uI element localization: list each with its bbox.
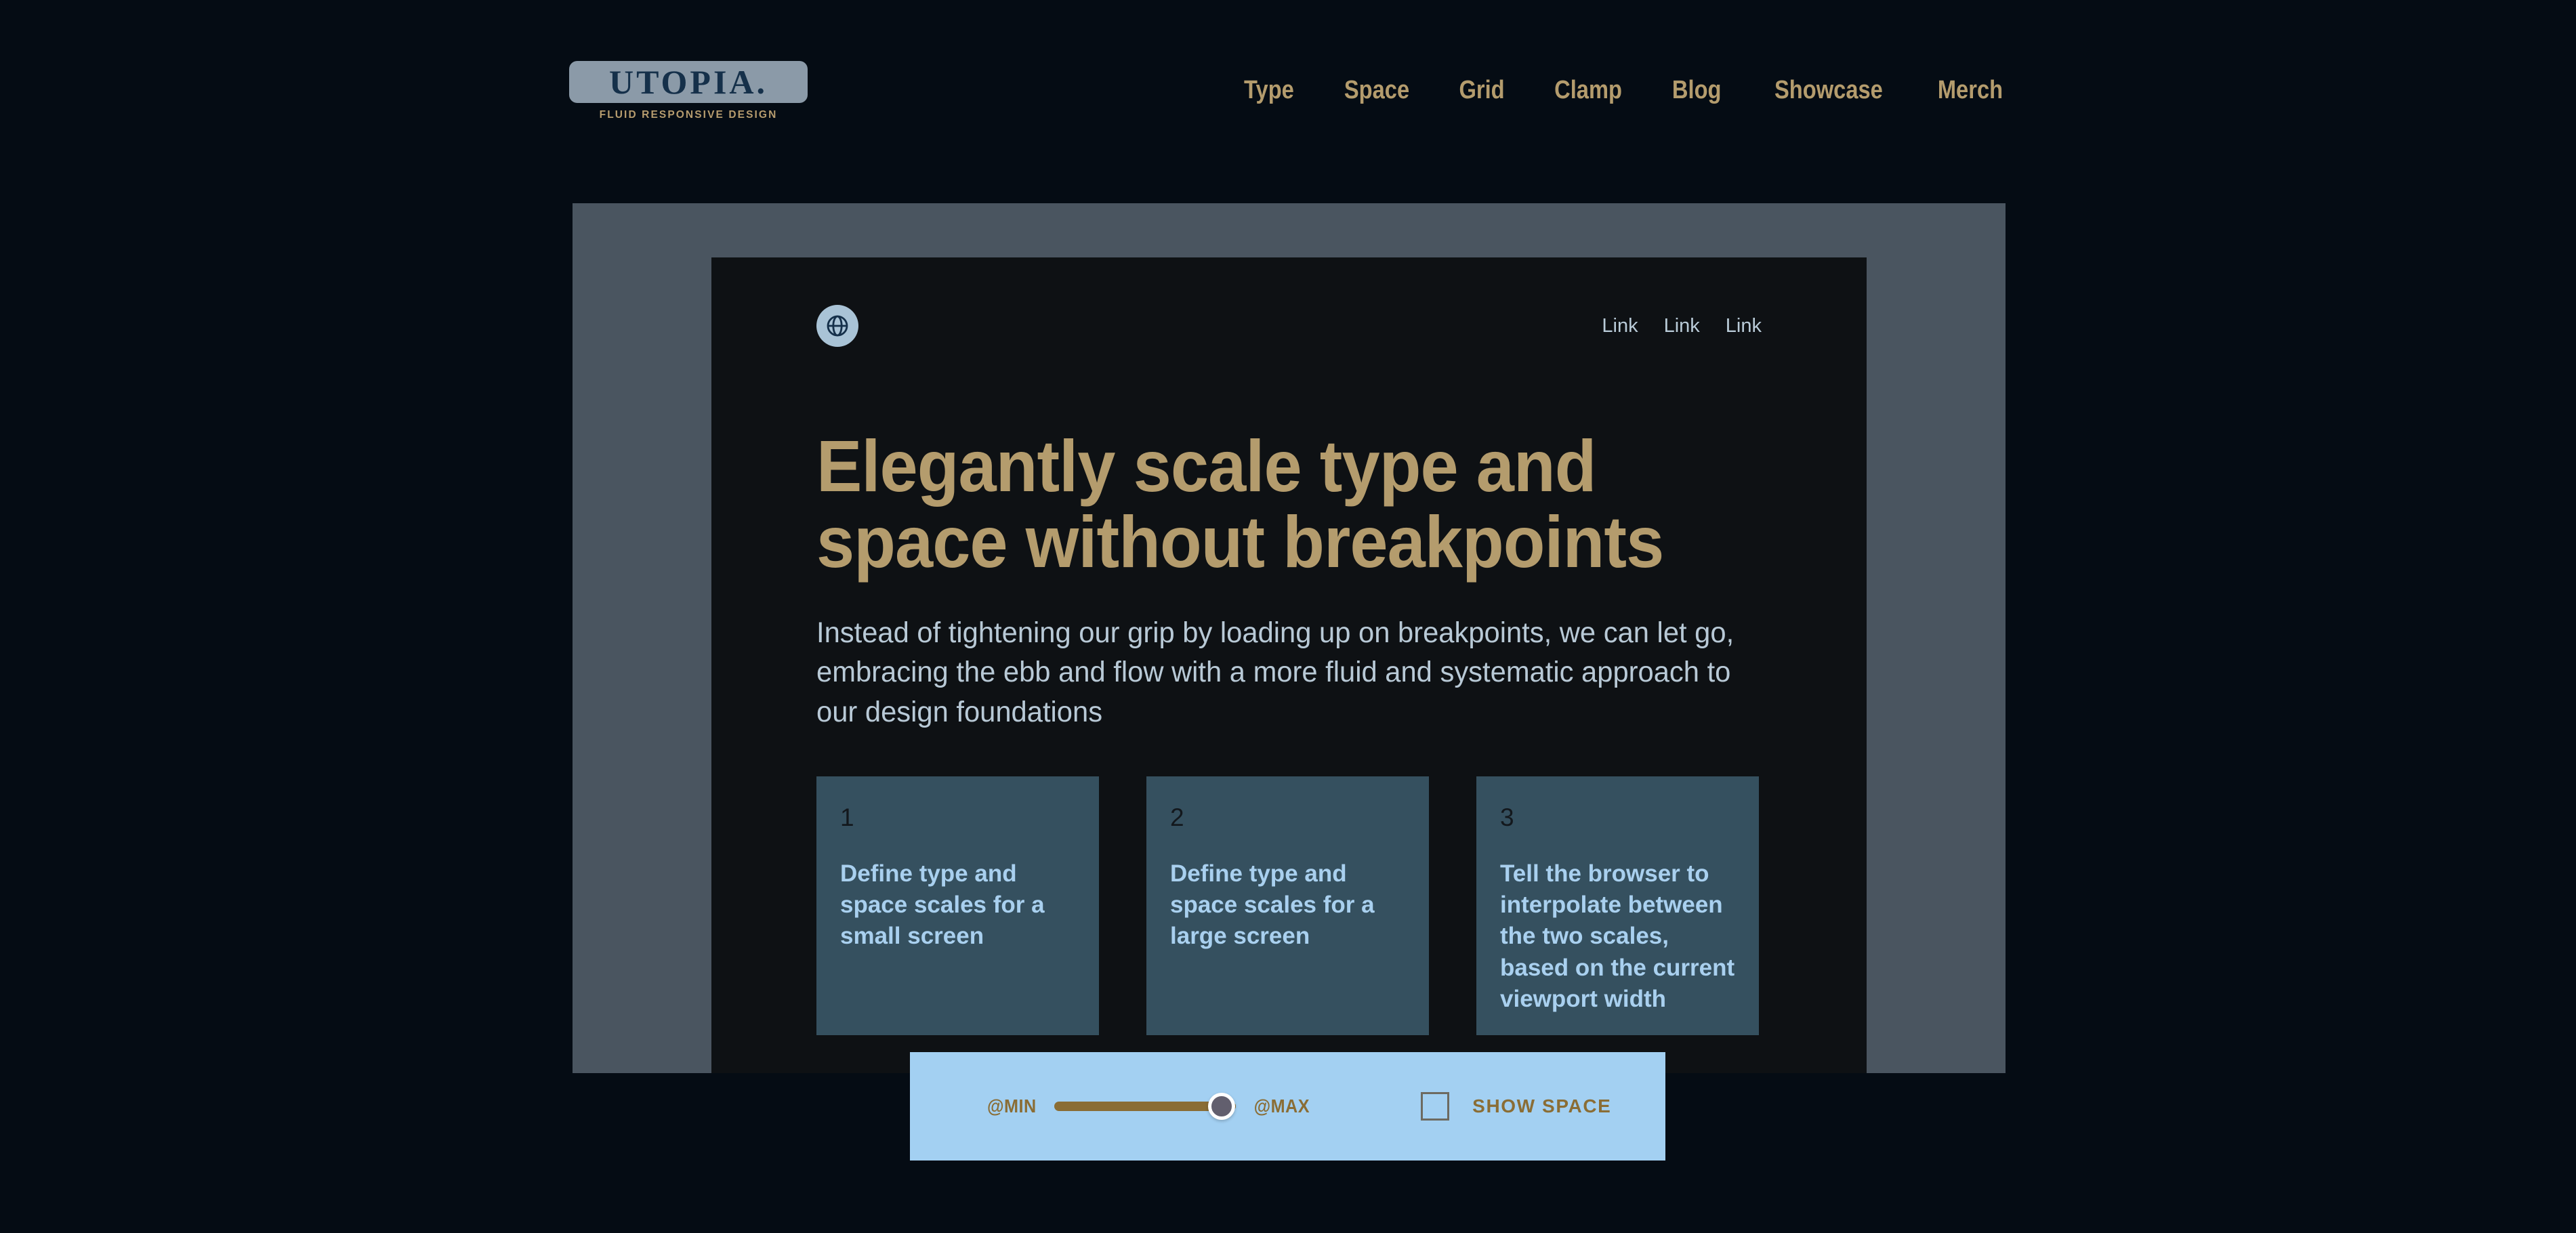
step-card-number: 2 [1170,803,1184,832]
main-navigation: Type Space Grid Clamp Blog Showcase Merc… [1240,76,2008,105]
step-card-number: 3 [1500,803,1514,832]
nav-item-type[interactable]: Type [1244,76,1294,105]
show-space-label: SHOW SPACE [1472,1095,1612,1116]
nav-item-blog[interactable]: Blog [1672,76,1722,105]
brand-wordmark: UTOPIA. [608,63,768,101]
nav-item-space[interactable]: Space [1344,76,1409,105]
preview-content: Link Link Link Elegantly scale type and … [816,302,1762,1035]
preview-topbar: Link Link Link [816,302,1762,350]
viewport-control-bar: @MIN @MAX SHOW SPACE [910,1052,1665,1161]
preview-link-1[interactable]: Link [1602,315,1638,337]
page-root: UTOPIA. FLUID RESPONSIVE DESIGN Type Spa… [0,0,2576,1233]
step-card-text: Tell the browser to interpolate between … [1500,860,1735,1012]
step-card-number: 1 [840,803,854,832]
preview-panel: Link Link Link Elegantly scale type and … [711,257,1867,1073]
viewport-slider[interactable] [1054,1091,1236,1121]
brand-tagline: FLUID RESPONSIVE DESIGN [599,109,778,121]
preview-link-2[interactable]: Link [1664,315,1700,337]
nav-item-showcase[interactable]: Showcase [1774,76,1883,105]
slider-max-label: @MAX [1253,1095,1310,1116]
viewport-slider-group: @MIN @MAX [984,1091,1312,1121]
nav-item-grid[interactable]: Grid [1459,76,1504,105]
brand-badge: UTOPIA. [569,61,808,103]
nav-item-clamp[interactable]: Clamp [1554,76,1622,105]
step-card: 1 Define type and space scales for a sma… [816,776,1099,1035]
globe-icon[interactable] [816,305,858,347]
step-card: 2 Define type and space scales for a lar… [1146,776,1429,1035]
nav-item-merch[interactable]: Merch [1938,76,2003,105]
show-space-checkbox[interactable] [1421,1092,1450,1121]
hero-title: Elegantly scale type and space without b… [816,425,1664,583]
site-header: UTOPIA. FLUID RESPONSIVE DESIGN Type Spa… [569,61,2008,135]
slider-thumb[interactable] [1207,1093,1235,1120]
step-card-text: Define type and space scales for a large… [1170,860,1375,950]
step-card: 3 Tell the browser to interpolate betwee… [1476,776,1759,1035]
show-space-group[interactable]: SHOW SPACE [1421,1092,1611,1121]
step-cards: 1 Define type and space scales for a sma… [816,776,1762,1035]
brand-logo[interactable]: UTOPIA. FLUID RESPONSIVE DESIGN [569,61,808,121]
step-card-text: Define type and space scales for a small… [840,860,1045,950]
slider-min-label: @MIN [987,1095,1037,1116]
preview-nav: Link Link Link [1602,315,1762,337]
hero-description: Instead of tightening our grip by loadin… [816,616,1734,728]
preview-link-3[interactable]: Link [1726,315,1762,337]
